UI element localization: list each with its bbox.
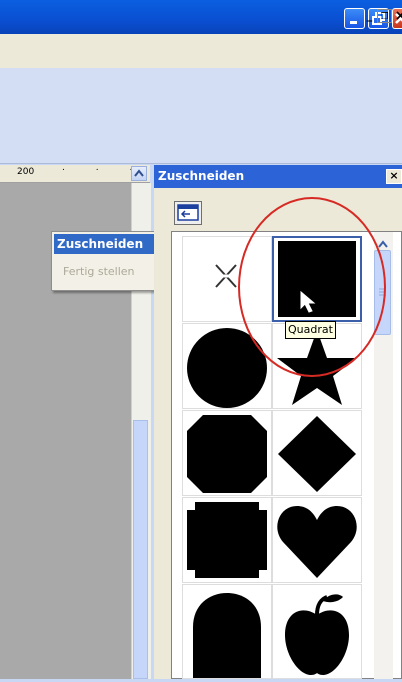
- crop-tool-icon: [177, 204, 199, 221]
- scroll-up-button[interactable]: [131, 166, 147, 181]
- crop-panel-title-bar: Zuschneiden: [154, 165, 402, 188]
- highlight-circle: [238, 197, 386, 377]
- shape-notched-square[interactable]: [182, 497, 272, 583]
- gallery-scroll-up[interactable]: [376, 235, 390, 248]
- menu-item-crop[interactable]: Zuschneiden: [54, 234, 154, 254]
- panel-close-button[interactable]: ×: [386, 169, 402, 184]
- diamond-icon: [278, 416, 356, 492]
- shape-octagon[interactable]: [182, 410, 272, 496]
- chevron-up-icon: [134, 169, 144, 177]
- octagon-icon: [187, 415, 267, 493]
- shape-apple[interactable]: [272, 584, 362, 679]
- panel-title: Zuschneiden: [158, 169, 245, 183]
- arch-icon: [193, 593, 261, 678]
- notched-square-icon: [187, 502, 267, 578]
- heart-icon: [277, 506, 357, 578]
- scrollbar-thumb[interactable]: [133, 420, 148, 679]
- horizontal-ruler: 200 . . .: [0, 163, 150, 183]
- menu-item-finish[interactable]: Fertig stellen: [54, 262, 154, 282]
- shape-diamond[interactable]: [272, 410, 362, 496]
- apply-crop-button[interactable]: [174, 201, 202, 225]
- menu-bar: [0, 34, 402, 69]
- shape-heart[interactable]: [272, 497, 362, 583]
- toolbar-area: [0, 68, 402, 164]
- mdi-restore-button[interactable]: ❐: [377, 9, 392, 23]
- shape-arch[interactable]: [182, 584, 272, 679]
- apple-icon: [285, 594, 349, 675]
- mdi-minimize-button[interactable]: _: [362, 9, 377, 23]
- ruler-label: 200: [17, 167, 35, 177]
- window-title-bar: [0, 0, 402, 34]
- mdi-close-button[interactable]: ×: [393, 9, 402, 23]
